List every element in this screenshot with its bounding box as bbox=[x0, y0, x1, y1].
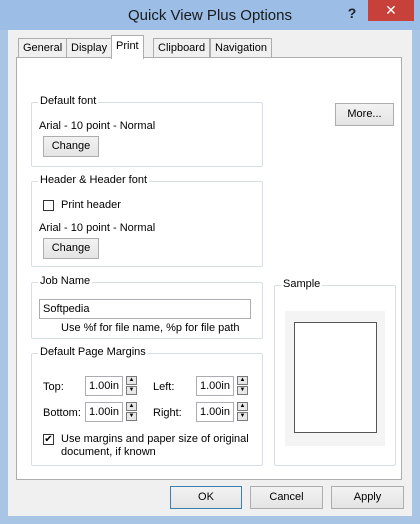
job-name-group-label: Job Name bbox=[38, 275, 93, 287]
default-font-group-label: Default font bbox=[38, 95, 99, 107]
print-tab-panel: Default font Arial - 10 point - Normal C… bbox=[16, 57, 402, 480]
tab-display[interactable]: Display bbox=[66, 38, 113, 58]
dialog-client: General Display Print Clipboard Navigati… bbox=[8, 30, 412, 516]
spin-down-icon[interactable]: ▼ bbox=[237, 412, 248, 421]
checkmark-icon: ✔ bbox=[44, 434, 53, 445]
spin-up-icon[interactable]: ▲ bbox=[237, 376, 248, 385]
use-original-margins-checkbox[interactable]: ✔ bbox=[43, 434, 54, 445]
sample-group: Sample bbox=[274, 278, 396, 466]
header-font-group-label: Header & Header font bbox=[38, 174, 150, 186]
sample-preview-area bbox=[285, 311, 385, 446]
spin-up-icon[interactable]: ▲ bbox=[126, 402, 137, 411]
left-margin-input[interactable] bbox=[196, 376, 234, 396]
spin-down-icon[interactable]: ▼ bbox=[126, 412, 137, 421]
job-name-input[interactable] bbox=[39, 299, 251, 319]
right-margin-label: Right: bbox=[153, 407, 182, 419]
default-font-group: Default font Arial - 10 point - Normal C… bbox=[31, 95, 263, 167]
more-button[interactable]: More... bbox=[335, 103, 394, 126]
tab-clipboard[interactable]: Clipboard bbox=[153, 38, 211, 58]
top-margin-label: Top: bbox=[43, 381, 64, 393]
spin-down-icon[interactable]: ▼ bbox=[237, 386, 248, 395]
job-name-group: Job Name Use %f for file name, %p for fi… bbox=[31, 275, 263, 339]
print-header-label: Print header bbox=[61, 199, 121, 211]
spin-up-icon[interactable]: ▲ bbox=[126, 376, 137, 385]
close-icon[interactable]: ✕ bbox=[368, 0, 414, 21]
ok-button[interactable]: OK bbox=[170, 486, 242, 509]
tab-print[interactable]: Print bbox=[111, 35, 144, 59]
right-margin-input[interactable] bbox=[196, 402, 234, 422]
print-header-checkbox[interactable] bbox=[43, 200, 54, 211]
title-bar[interactable]: Quick View Plus Options ? ✕ bbox=[0, 0, 420, 30]
cancel-button[interactable]: Cancel bbox=[250, 486, 323, 509]
spin-up-icon[interactable]: ▲ bbox=[237, 402, 248, 411]
bottom-margin-label: Bottom: bbox=[43, 407, 81, 419]
help-icon[interactable]: ? bbox=[341, 4, 363, 22]
left-margin-label: Left: bbox=[153, 381, 175, 393]
sample-group-label: Sample bbox=[281, 278, 323, 290]
top-margin-input[interactable] bbox=[85, 376, 123, 396]
sample-page-preview bbox=[294, 322, 377, 433]
default-font-description: Arial - 10 point - Normal bbox=[39, 120, 156, 132]
header-font-description: Arial - 10 point - Normal bbox=[39, 222, 156, 234]
top-margin-spinner[interactable]: ▲ ▼ bbox=[126, 376, 137, 396]
default-font-change-button[interactable]: Change bbox=[43, 136, 99, 157]
header-font-change-button[interactable]: Change bbox=[43, 238, 99, 259]
right-margin-spinner[interactable]: ▲ ▼ bbox=[237, 402, 248, 422]
spin-down-icon[interactable]: ▼ bbox=[126, 386, 137, 395]
use-original-margins-label-line1: Use margins and paper size of original bbox=[61, 433, 249, 445]
page-margins-group-label: Default Page Margins bbox=[38, 346, 148, 358]
apply-button[interactable]: Apply bbox=[331, 486, 404, 509]
use-original-margins-label-line2: document, if known bbox=[61, 446, 156, 458]
header-font-group: Header & Header font Print header Arial … bbox=[31, 174, 263, 267]
options-dialog: Quick View Plus Options ? ✕ General Disp… bbox=[0, 0, 420, 524]
bottom-margin-spinner[interactable]: ▲ ▼ bbox=[126, 402, 137, 422]
page-margins-group: Default Page Margins Top: ▲ ▼ Left: ▲ ▼ … bbox=[31, 346, 263, 466]
job-name-hint: Use %f for file name, %p for file path bbox=[61, 322, 240, 334]
left-margin-spinner[interactable]: ▲ ▼ bbox=[237, 376, 248, 396]
tab-general[interactable]: General bbox=[18, 38, 68, 58]
tab-navigation[interactable]: Navigation bbox=[210, 38, 272, 58]
bottom-margin-input[interactable] bbox=[85, 402, 123, 422]
